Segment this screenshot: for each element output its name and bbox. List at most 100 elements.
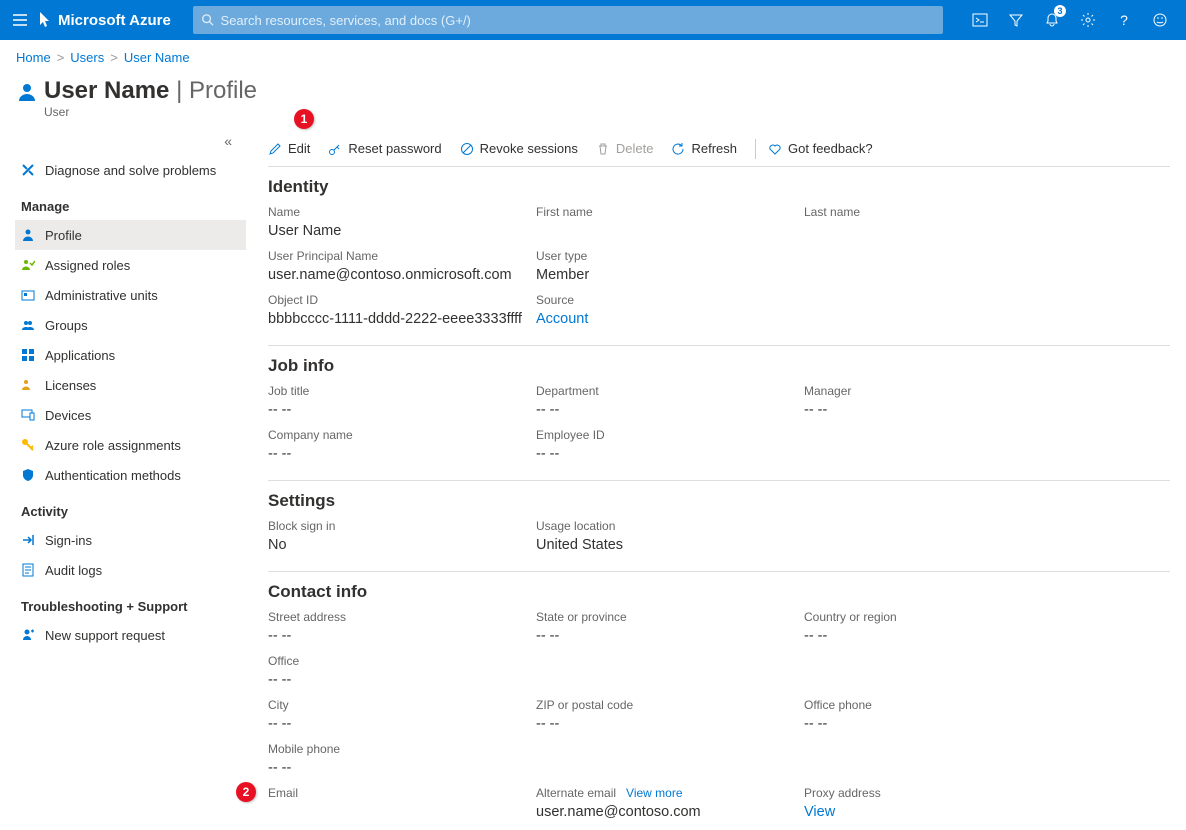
- search-input[interactable]: [215, 13, 935, 28]
- sidebar-item-signins[interactable]: Sign-ins: [15, 525, 246, 555]
- sidebar-label-admin-units: Administrative units: [45, 288, 158, 303]
- edit-button[interactable]: Edit: [268, 141, 310, 156]
- toolbar: 1 Edit Reset password Revoke sessions De…: [268, 131, 1170, 167]
- sidebar-label-azure-role: Azure role assignments: [45, 438, 181, 453]
- page-header: User Name | Profile User: [0, 71, 1186, 129]
- notifications-button[interactable]: 3: [1034, 0, 1070, 40]
- alt-email-value: user.name@contoso.com: [536, 804, 804, 820]
- refresh-button[interactable]: Refresh: [671, 141, 737, 156]
- revoke-icon: [460, 142, 474, 156]
- key-icon: [21, 438, 45, 452]
- user-icon: [16, 77, 44, 103]
- sidebar-section-activity: Activity: [15, 490, 246, 525]
- groups-icon: [21, 318, 45, 332]
- heart-icon: [768, 142, 782, 156]
- key-icon: [328, 142, 342, 156]
- audit-icon: [21, 563, 45, 577]
- section-identity: Identity NameUser Name First name Last n…: [268, 167, 1170, 346]
- settings-button[interactable]: [1070, 0, 1106, 40]
- support-icon: [21, 628, 45, 642]
- devices-icon: [21, 408, 45, 422]
- sidebar-label-auth-methods: Authentication methods: [45, 468, 181, 483]
- edit-icon: [268, 142, 282, 156]
- hamburger-menu[interactable]: [0, 0, 40, 40]
- delete-button[interactable]: Delete: [596, 141, 654, 156]
- help-button[interactable]: ?: [1106, 0, 1142, 40]
- search-icon: [201, 13, 215, 27]
- jobinfo-heading: Job info: [268, 356, 1170, 384]
- sidebar-item-groups[interactable]: Groups: [15, 310, 246, 340]
- identity-objectid: bbbbcccc-1111-dddd-2222-eeee3333ffff: [268, 311, 536, 327]
- sidebar-item-devices[interactable]: Devices: [15, 400, 246, 430]
- sidebar-item-new-support[interactable]: New support request: [15, 620, 246, 650]
- breadcrumb: Home>Users>User Name: [0, 40, 1186, 71]
- sidebar-item-diagnose[interactable]: Diagnose and solve problems: [15, 155, 246, 185]
- section-jobinfo: Job info Job title-- -- Department-- -- …: [268, 346, 1170, 481]
- settings-heading: Settings: [268, 491, 1170, 519]
- reset-password-button[interactable]: Reset password: [328, 141, 441, 156]
- cloudshell-button[interactable]: [962, 0, 998, 40]
- sidebar-label-licenses: Licenses: [45, 378, 96, 393]
- svg-text:?: ?: [1120, 12, 1128, 28]
- proxy-view-link[interactable]: View: [804, 804, 1072, 820]
- sidebar-item-azure-role[interactable]: Azure role assignments: [15, 430, 246, 460]
- sidebar-label-profile: Profile: [45, 228, 82, 243]
- collapse-sidebar-button[interactable]: «: [15, 133, 246, 149]
- identity-name: User Name: [268, 223, 536, 239]
- feedback-face-button[interactable]: [1142, 0, 1178, 40]
- cursor-icon: [38, 11, 52, 29]
- profile-icon: [21, 228, 45, 242]
- search-box[interactable]: [193, 6, 943, 34]
- sidebar-label-new-support: New support request: [45, 628, 165, 643]
- identity-upn: user.name@contoso.onmicrosoft.com: [268, 267, 536, 283]
- sidebar-label-applications: Applications: [45, 348, 115, 363]
- sidebar-label-signins: Sign-ins: [45, 533, 92, 548]
- sidebar-item-licenses[interactable]: Licenses: [15, 370, 246, 400]
- assigned-roles-icon: [21, 258, 45, 272]
- contact-heading: Contact info: [268, 582, 1170, 610]
- sidebar-label-devices: Devices: [45, 408, 91, 423]
- page-subtitle: User: [44, 105, 257, 119]
- topbar: Microsoft Azure 3 ?: [0, 0, 1186, 40]
- delete-icon: [596, 142, 610, 156]
- sidebar-label-groups: Groups: [45, 318, 88, 333]
- sidebar: « Diagnose and solve problems Manage Pro…: [0, 129, 246, 830]
- refresh-icon: [671, 142, 685, 156]
- breadcrumb-current[interactable]: User Name: [124, 50, 190, 65]
- applications-icon: [21, 348, 45, 362]
- shield-icon: [21, 468, 45, 482]
- sidebar-item-profile[interactable]: Profile: [15, 220, 246, 250]
- licenses-icon: [21, 378, 45, 392]
- admin-units-icon: [21, 288, 45, 302]
- diagnose-icon: [21, 163, 45, 177]
- identity-source-link[interactable]: Account: [536, 311, 804, 327]
- feedback-button[interactable]: Got feedback?: [768, 141, 873, 156]
- identity-heading: Identity: [268, 177, 1170, 205]
- toolbar-separator: [755, 139, 756, 159]
- main-content: . . . 1 Edit Reset password Revoke sessi…: [246, 129, 1186, 830]
- sidebar-section-troubleshoot: Troubleshooting + Support: [15, 585, 246, 620]
- sidebar-label-audit-logs: Audit logs: [45, 563, 102, 578]
- breadcrumb-home[interactable]: Home: [16, 50, 51, 65]
- notifications-count: 3: [1054, 5, 1066, 17]
- step-badge-2: 2: [236, 782, 256, 802]
- sidebar-item-assigned-roles[interactable]: Assigned roles: [15, 250, 246, 280]
- view-more-link[interactable]: View more: [626, 786, 682, 800]
- breadcrumb-users[interactable]: Users: [70, 50, 104, 65]
- sidebar-label-assigned-roles: Assigned roles: [45, 258, 130, 273]
- signin-icon: [21, 533, 45, 547]
- filter-button[interactable]: [998, 0, 1034, 40]
- sidebar-label-diagnose: Diagnose and solve problems: [45, 163, 216, 178]
- brand-label: Microsoft Azure: [52, 12, 189, 29]
- sidebar-item-applications[interactable]: Applications: [15, 340, 246, 370]
- page-title-suffix: Profile: [189, 77, 257, 104]
- step-badge-1: 1: [294, 109, 314, 129]
- section-contact: Contact info Street address-- -- State o…: [268, 572, 1170, 830]
- sidebar-item-audit-logs[interactable]: Audit logs: [15, 555, 246, 585]
- page-title: User Name: [44, 77, 169, 104]
- sidebar-item-auth-methods[interactable]: Authentication methods: [15, 460, 246, 490]
- revoke-sessions-button[interactable]: Revoke sessions: [460, 141, 578, 156]
- sidebar-item-admin-units[interactable]: Administrative units: [15, 280, 246, 310]
- section-settings: Settings Block sign inNo Usage locationU…: [268, 481, 1170, 572]
- sidebar-section-manage: Manage: [15, 185, 246, 220]
